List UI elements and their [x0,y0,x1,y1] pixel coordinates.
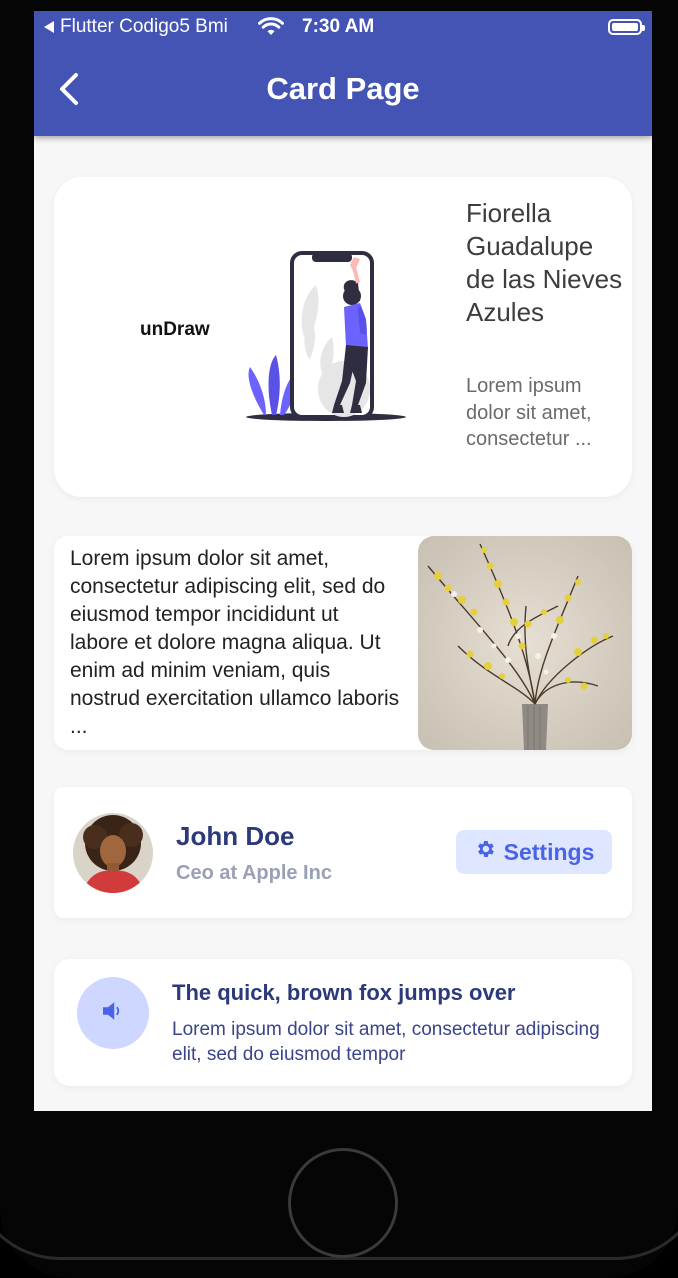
status-bar: Flutter Codigo5 Bmi 7:30 AM [34,11,652,45]
gear-icon [474,838,496,866]
announcement-card[interactable]: The quick, brown fox jumps over Lorem ip… [54,959,632,1086]
volume-icon [98,996,128,1031]
user-role: Ceo at Apple Inc [176,862,332,884]
profile-illustration-card[interactable]: unDraw Fiorella Guadalupe de las Nieves … [54,177,632,497]
settings-button[interactable]: Settings [456,830,612,874]
back-app-label: Flutter Codigo5 Bmi [60,16,228,37]
app-screen: Flutter Codigo5 Bmi 7:30 AM Card Page un… [34,11,652,1111]
back-triangle-icon [44,21,54,33]
undraw-illustration: unDraw [54,177,454,497]
phone-frame: Flutter Codigo5 Bmi 7:30 AM Card Page un… [0,0,678,1278]
home-button[interactable] [288,1148,398,1258]
user-card: John Doe Ceo at Apple Inc Settings [54,787,632,918]
flower-vase-photo [418,536,632,750]
volume-icon-badge [77,977,149,1049]
announcement-body: Lorem ipsum dolor sit amet, consectetur … [172,1019,600,1065]
profile-name: Fiorella Guadalupe de las Nieves Azules [466,198,623,327]
profile-description: Lorem ipsum dolor sit amet, consectetur … [466,375,592,450]
user-name: John Doe [176,821,295,851]
announcement-title: The quick, brown fox jumps over [172,980,516,1005]
settings-label: Settings [503,838,595,865]
app-bar: Flutter Codigo5 Bmi 7:30 AM Card Page [34,11,652,136]
back-to-app-link[interactable]: Flutter Codigo5 Bmi [44,16,228,38]
text-image-card[interactable]: Lorem ipsum dolor sit amet, consectetur … [54,536,632,750]
card-body-text: Lorem ipsum dolor sit amet, consectetur … [70,547,400,738]
status-time: 7:30 AM [302,16,375,37]
battery-icon [608,19,645,35]
page-title: Card Page [266,71,420,106]
wifi-icon [258,17,284,43]
avatar[interactable] [73,813,153,893]
undraw-logo-text: unDraw [140,319,210,340]
